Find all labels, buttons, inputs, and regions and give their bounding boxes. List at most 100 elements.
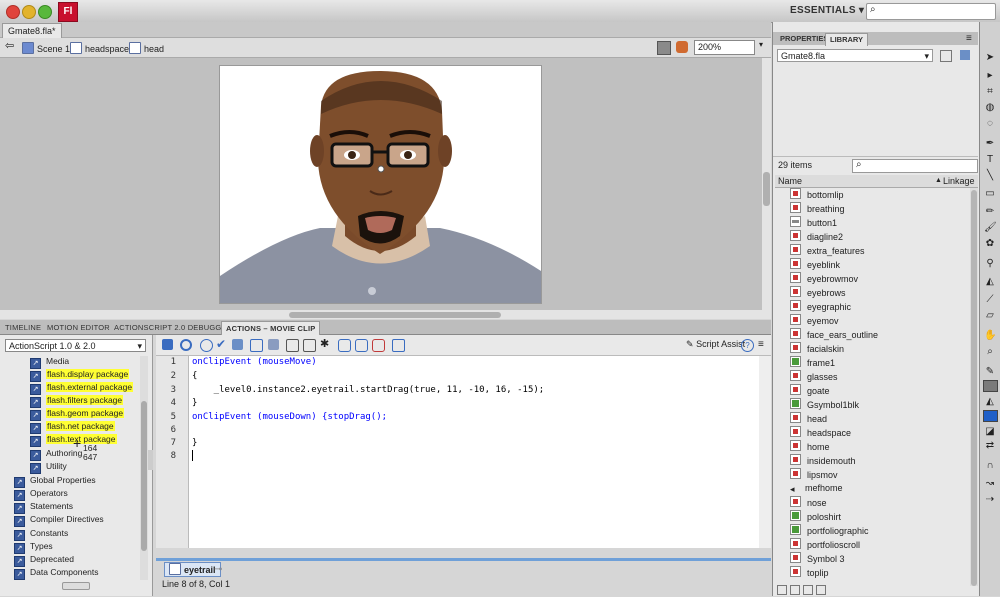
library-item[interactable]: extra_features: [790, 244, 865, 257]
actionscript-version-select[interactable]: ActionScript 1.0 & 2.0 ▾: [5, 339, 146, 352]
code-hint-icon[interactable]: [250, 339, 263, 352]
library-item[interactable]: eyemov: [790, 314, 839, 327]
tab-motion-editor[interactable]: MOTION EDITOR: [43, 321, 114, 334]
document-tab[interactable]: Gmate8.fla*: [2, 23, 62, 38]
workspace-switcher[interactable]: ESSENTIALS ▾: [790, 5, 864, 16]
new-library-panel-icon[interactable]: [960, 50, 970, 60]
code-line[interactable]: }: [192, 398, 197, 408]
tab-library[interactable]: LIBRARY: [825, 33, 869, 46]
new-symbol-icon[interactable]: [777, 585, 787, 595]
deco-tool-icon[interactable]: ✿: [984, 238, 996, 250]
toolbox-item[interactable]: ↗ Compiler Directives: [14, 513, 104, 527]
remove-comment-icon[interactable]: [372, 339, 385, 352]
library-search-input[interactable]: ⌕: [852, 159, 978, 173]
text-tool-icon[interactable]: T: [984, 154, 996, 166]
fill-color-swatch[interactable]: [983, 410, 998, 422]
show-toolbox-icon[interactable]: [392, 339, 405, 352]
hand-tool-icon[interactable]: ✋: [984, 330, 996, 342]
library-item[interactable]: poloshirt: [790, 510, 841, 523]
scroll-thumb[interactable]: [141, 401, 147, 551]
pin-icon[interactable]: ⊸: [214, 564, 222, 575]
toolbox-item[interactable]: ↗ flash.display package: [30, 368, 130, 382]
library-item[interactable]: face_ears_outline: [790, 328, 878, 341]
library-item[interactable]: insidemouth: [790, 454, 856, 467]
pin-library-icon[interactable]: [940, 50, 952, 62]
library-item[interactable]: portfoliographic: [790, 524, 869, 537]
zoom-tool-icon[interactable]: ⌕: [984, 346, 996, 358]
find-icon[interactable]: [180, 339, 192, 351]
scroll-thumb[interactable]: [971, 190, 977, 586]
library-item[interactable]: eyegraphic: [790, 300, 851, 313]
edit-scene-icon[interactable]: [657, 41, 671, 55]
fill-color-icon[interactable]: ◭: [984, 396, 996, 408]
script-assist-button[interactable]: ✎ Script Assist: [686, 339, 745, 350]
check-syntax-icon[interactable]: ✔: [216, 338, 227, 350]
toolbox-item[interactable]: ↗ Operators: [14, 487, 68, 501]
eyedropper-tool-icon[interactable]: ⟋: [984, 294, 996, 306]
library-item[interactable]: Symbol 3: [790, 552, 845, 565]
library-item[interactable]: toplip: [790, 566, 829, 579]
library-item[interactable]: home: [790, 440, 830, 453]
black-white-icon[interactable]: ◪: [984, 426, 996, 438]
library-item[interactable]: facialskin: [790, 342, 844, 355]
back-arrow-icon[interactable]: ⇦: [5, 41, 14, 52]
code-line[interactable]: }: [192, 438, 197, 448]
library-footer-buttons[interactable]: [777, 585, 837, 595]
stage-canvas[interactable]: [219, 65, 542, 304]
toolbox-item[interactable]: ↗ Global Properties: [14, 474, 96, 488]
rectangle-tool-icon[interactable]: ▭: [984, 188, 996, 200]
tab-actions[interactable]: ACTIONS – MOVIE CLIP: [221, 321, 321, 335]
apply-line-comment-icon[interactable]: [355, 339, 368, 352]
code-line[interactable]: _level0.instance2.eyetrail.startDrag(tru…: [192, 385, 545, 395]
toolbox-item[interactable]: ↗ flash.net package: [30, 420, 115, 434]
help-icon[interactable]: ?: [741, 339, 754, 352]
scroll-thumb[interactable]: [763, 172, 770, 206]
3d-rotation-tool-icon[interactable]: ◍: [984, 102, 996, 114]
delete-icon[interactable]: [816, 585, 826, 595]
lasso-tool-icon[interactable]: ◌: [984, 118, 996, 130]
toolbox-item[interactable]: ↗ flash.filters package: [30, 394, 124, 408]
collapse-toolbox-handle[interactable]: [148, 450, 153, 470]
resize-handle[interactable]: [62, 582, 90, 590]
library-item[interactable]: ◂ mefhome: [790, 482, 843, 495]
breadcrumb-headspace[interactable]: headspace: [70, 42, 129, 55]
library-item[interactable]: nose: [790, 496, 827, 509]
library-item[interactable]: bottomlip: [790, 188, 844, 201]
library-item[interactable]: eyebrows: [790, 286, 846, 299]
stroke-color-swatch[interactable]: [983, 380, 998, 392]
pencil-tool-icon[interactable]: ✏: [984, 206, 996, 218]
toolbox-item[interactable]: ↗ Statements: [14, 500, 73, 514]
tab-timeline[interactable]: TIMELINE: [1, 321, 45, 334]
code-line[interactable]: onClipEvent (mouseMove): [192, 357, 317, 367]
library-item[interactable]: frame1: [790, 356, 835, 369]
straighten-icon[interactable]: ⇢: [984, 494, 996, 506]
selection-tool-icon[interactable]: ➤: [984, 52, 996, 64]
library-item[interactable]: head: [790, 412, 827, 425]
library-item[interactable]: Gsymbol1blk: [790, 398, 859, 411]
expand-all-icon[interactable]: ✱: [320, 339, 331, 350]
zoom-window-button[interactable]: [38, 5, 52, 19]
code-line[interactable]: {: [192, 371, 197, 381]
help-search-input[interactable]: ⌕: [866, 3, 996, 20]
library-item[interactable]: glasses: [790, 370, 838, 383]
column-linkage[interactable]: Linkage: [943, 175, 975, 187]
brush-tool-icon[interactable]: 🖌: [984, 222, 997, 234]
library-item[interactable]: portfolioscroll: [790, 538, 860, 551]
chevron-down-icon[interactable]: ▾: [755, 40, 767, 54]
instance-tab-eyetrail[interactable]: eyetrail: [164, 562, 221, 577]
toolbox-item[interactable]: ↗ Media: [30, 355, 69, 369]
close-window-button[interactable]: [6, 5, 20, 19]
toolbox-item[interactable]: ↗ Constants: [14, 527, 68, 541]
paint-bucket-tool-icon[interactable]: ◭: [984, 276, 996, 288]
library-file-select[interactable]: Gmate8.fla ▾: [777, 49, 933, 62]
breadcrumb-head[interactable]: head: [129, 42, 164, 55]
editor-scrollbar[interactable]: [759, 356, 771, 548]
collapse-braces-icon[interactable]: [286, 339, 299, 352]
toolbox-item[interactable]: ↗ Data Components: [14, 566, 99, 580]
toolbox-item[interactable]: ↗ Types: [14, 540, 53, 554]
code-line[interactable]: onClipEvent (mouseDown) {stopDrag();: [192, 412, 387, 422]
breadcrumb-scene[interactable]: Scene 1: [22, 42, 70, 55]
tab-properties[interactable]: PROPERTIES: [776, 33, 832, 45]
collapse-selection-icon[interactable]: [303, 339, 316, 352]
subselection-tool-icon[interactable]: ▸: [984, 70, 996, 82]
